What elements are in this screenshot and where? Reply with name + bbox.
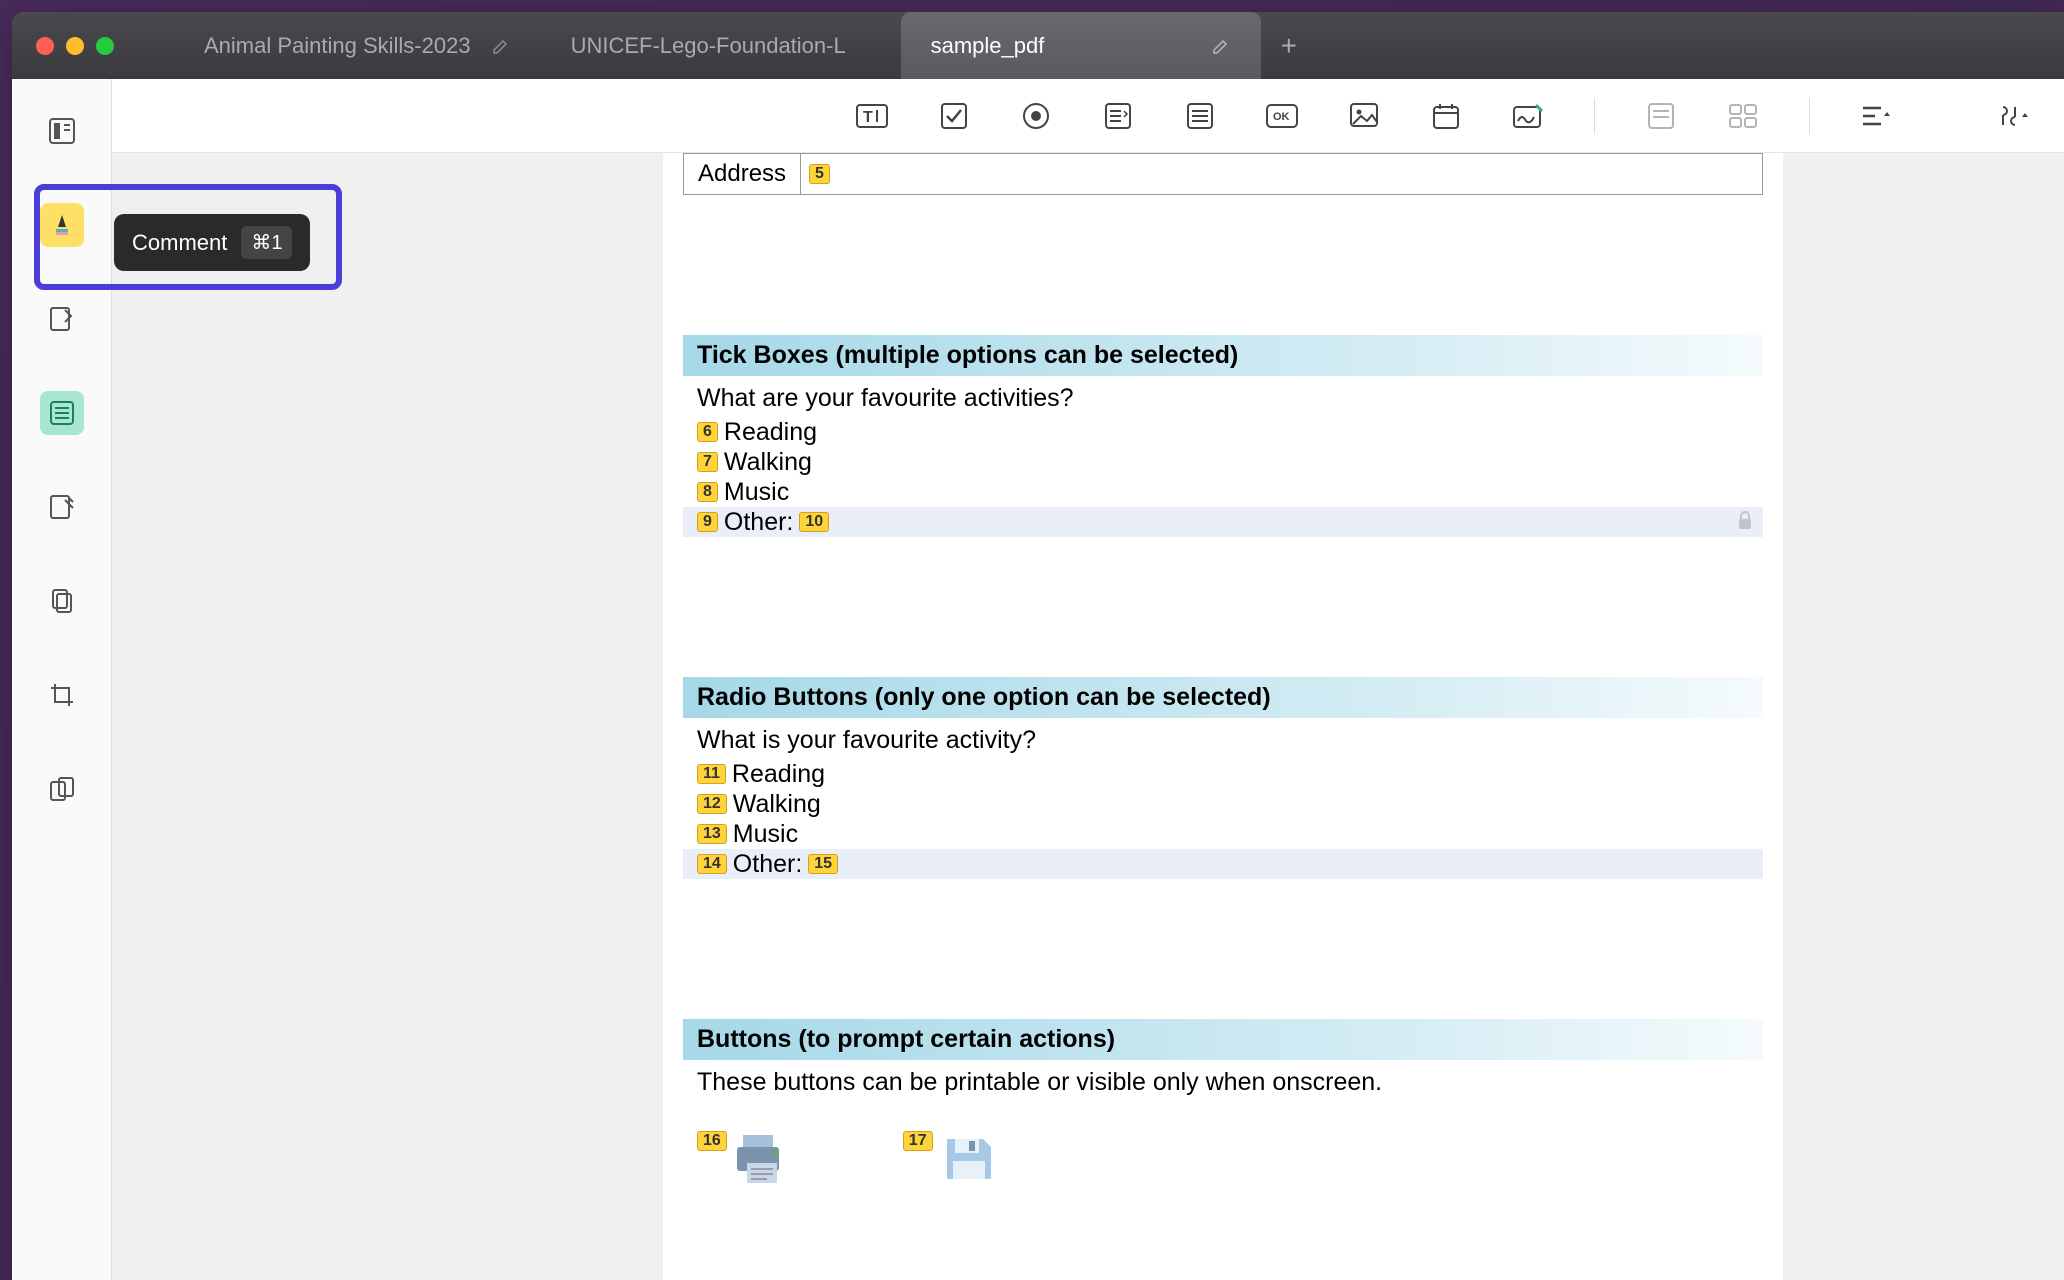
field-tag: 5	[809, 164, 830, 184]
form-fields-tool[interactable]	[1641, 96, 1681, 136]
option-row: 8 Music	[683, 477, 1763, 507]
sidebar-edit-form[interactable]	[40, 391, 84, 435]
sidebar-thumbnails[interactable]	[40, 109, 84, 153]
close-window-button[interactable]	[36, 37, 54, 55]
tickboxes-question: What are your favourite activities?	[683, 380, 1763, 417]
maximize-window-button[interactable]	[96, 37, 114, 55]
option-row: 12 Walking	[683, 789, 1763, 819]
buttons-header: Buttons (to prompt certain actions)	[683, 1019, 1763, 1060]
option-label: Walking	[724, 447, 812, 477]
grid-tool[interactable]	[1723, 96, 1763, 136]
option-label: Reading	[724, 417, 817, 447]
floppy-disk-icon	[939, 1131, 999, 1187]
align-tool[interactable]	[1856, 96, 1896, 136]
comment-tooltip: Comment ⌘1	[114, 214, 310, 271]
tickboxes-header: Tick Boxes (multiple options can be sele…	[683, 335, 1763, 376]
sidebar-organize[interactable]	[40, 579, 84, 623]
image-tool[interactable]	[1344, 96, 1384, 136]
form-toolbar: T OK	[112, 79, 2064, 153]
date-tool[interactable]	[1426, 96, 1466, 136]
titlebar: Animal Painting Skills-2023 UNICEF-Lego-…	[12, 12, 2064, 79]
tools-settings[interactable]	[1994, 96, 2034, 136]
combobox-tool[interactable]	[1180, 96, 1220, 136]
button-tool[interactable]: OK	[1262, 96, 1302, 136]
printer-icon	[733, 1131, 793, 1187]
sidebar-crop[interactable]	[40, 673, 84, 717]
field-tag[interactable]: 12	[697, 794, 727, 814]
document-viewport[interactable]: Address 5 Tick Boxes (multiple options c…	[112, 153, 2064, 1280]
field-tag[interactable]: 14	[697, 854, 727, 874]
tab-2[interactable]: sample_pdf	[901, 12, 1261, 79]
text-field-tool[interactable]: T	[852, 96, 892, 136]
field-tag[interactable]: 8	[697, 482, 718, 502]
svg-text:T: T	[863, 109, 873, 126]
address-field-row: Address 5	[683, 153, 1763, 195]
left-sidebar	[12, 79, 112, 1280]
sidebar-compare[interactable]	[40, 767, 84, 811]
field-tag[interactable]: 6	[697, 422, 718, 442]
field-tag[interactable]: 7	[697, 452, 718, 472]
save-button[interactable]: 17	[903, 1131, 999, 1187]
tab-label: Animal Painting Skills-2023	[204, 33, 471, 59]
radios-question: What is your favourite activity?	[683, 722, 1763, 759]
field-tag[interactable]: 10	[799, 512, 829, 532]
app-window: Animal Painting Skills-2023 UNICEF-Lego-…	[12, 12, 2064, 1280]
option-row-other: 14 Other: 15	[683, 849, 1763, 879]
option-row: 7 Walking	[683, 447, 1763, 477]
option-label: Other:	[724, 507, 793, 537]
option-label: Reading	[732, 759, 825, 789]
radio-tool[interactable]	[1016, 96, 1056, 136]
option-label: Walking	[733, 789, 821, 819]
pdf-buttons-row: 16 17	[683, 1131, 1763, 1187]
checkbox-tool[interactable]	[934, 96, 974, 136]
lock-icon	[1737, 511, 1753, 531]
option-label: Music	[724, 477, 789, 507]
option-label: Music	[733, 819, 798, 849]
tab-label: UNICEF-Lego-Foundation-L	[571, 33, 846, 59]
svg-text:OK: OK	[1273, 111, 1290, 123]
field-tag[interactable]: 9	[697, 512, 718, 532]
option-row: 13 Music	[683, 819, 1763, 849]
add-tab-button[interactable]: +	[1261, 30, 1317, 62]
pencil-icon[interactable]	[491, 36, 511, 56]
tab-1[interactable]: UNICEF-Lego-Foundation-L	[541, 12, 901, 79]
sidebar-fill-sign[interactable]	[40, 297, 84, 341]
sidebar-comment[interactable]	[40, 203, 84, 247]
option-row-other: 9 Other: 10	[683, 507, 1763, 537]
minimize-window-button[interactable]	[66, 37, 84, 55]
sidebar-page-edit[interactable]	[40, 485, 84, 529]
print-button[interactable]: 16	[697, 1131, 793, 1187]
listbox-tool[interactable]	[1098, 96, 1138, 136]
buttons-description: These buttons can be printable or visibl…	[683, 1064, 1763, 1101]
field-tag[interactable]: 13	[697, 824, 727, 844]
pencil-icon[interactable]	[1211, 36, 1231, 56]
signature-tool[interactable]	[1508, 96, 1548, 136]
pdf-page: Address 5 Tick Boxes (multiple options c…	[663, 153, 1783, 1280]
field-tag: 17	[903, 1131, 933, 1151]
address-field[interactable]: 5	[801, 164, 1762, 184]
tooltip-label: Comment	[132, 230, 227, 256]
option-row: 6 Reading	[683, 417, 1763, 447]
field-tag[interactable]: 11	[697, 764, 726, 784]
address-label: Address	[684, 154, 801, 194]
traffic-lights	[36, 37, 114, 55]
radios-header: Radio Buttons (only one option can be se…	[683, 677, 1763, 718]
tab-0[interactable]: Animal Painting Skills-2023	[174, 12, 541, 79]
field-tag: 16	[697, 1131, 727, 1151]
field-tag[interactable]: 15	[808, 854, 838, 874]
option-row: 11 Reading	[683, 759, 1763, 789]
tab-label: sample_pdf	[931, 33, 1045, 59]
tooltip-shortcut: ⌘1	[241, 226, 292, 259]
option-label: Other:	[733, 849, 802, 879]
